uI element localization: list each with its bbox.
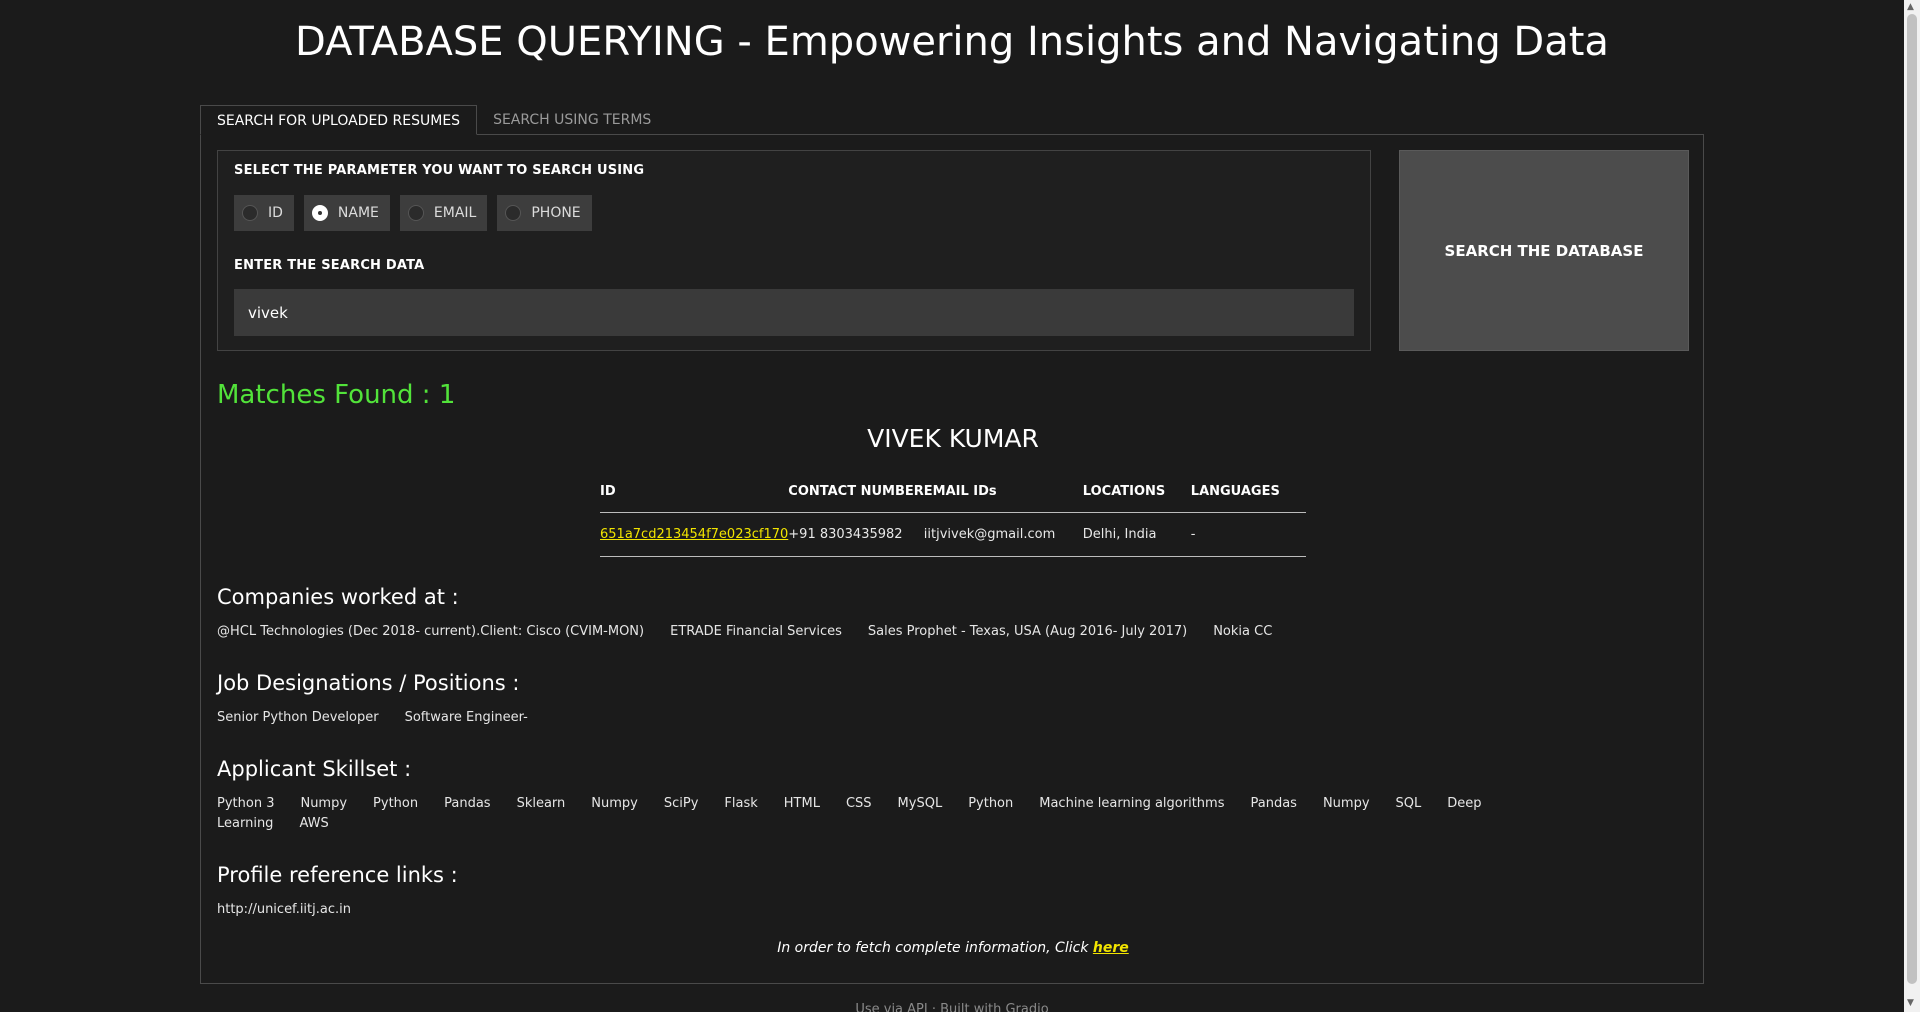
- list-item: MySQL: [897, 796, 943, 811]
- companies-heading: Companies worked at :: [217, 585, 459, 609]
- scroll-up-arrow-icon[interactable]: ▲: [1907, 2, 1914, 12]
- list-item: Python: [968, 796, 1014, 811]
- radio-circle-icon: [505, 205, 522, 221]
- skills-heading: Applicant Skillset :: [217, 757, 412, 781]
- list-item: Numpy: [591, 796, 638, 811]
- record-id-link[interactable]: 651a7cd213454f7e023cf170: [600, 527, 788, 542]
- page-scrollbar[interactable]: ▲ ▼: [1904, 0, 1920, 1012]
- tab-bar: SEARCH FOR UPLOADED RESUMES SEARCH USING…: [200, 105, 667, 135]
- fetch-info-note: In order to fetch complete information, …: [201, 940, 1705, 956]
- list-item: Python: [373, 796, 419, 811]
- column-header-languages: LANGUAGES: [1190, 472, 1306, 513]
- radio-label: PHONE: [531, 205, 581, 221]
- scrollbar-thumb[interactable]: [1907, 14, 1917, 984]
- list-item: Sales Prophet - Texas, USA (Aug 2016- Ju…: [867, 624, 1188, 639]
- list-item: HTML: [783, 796, 820, 811]
- column-header-email: EMAIL IDs: [923, 472, 1083, 513]
- list-item: AWS: [299, 816, 329, 831]
- search-input[interactable]: [234, 289, 1354, 336]
- radio-circle-icon: [242, 205, 258, 221]
- footer-separator: ·: [931, 1002, 941, 1012]
- radio-name[interactable]: NAME: [303, 195, 390, 231]
- tab-search-terms[interactable]: SEARCH USING TERMS: [477, 105, 667, 135]
- column-header-contact: CONTACT NUMBER: [788, 472, 924, 513]
- radio-id[interactable]: ID: [234, 195, 294, 231]
- list-item: ETRADE Financial Services: [670, 624, 842, 639]
- here-link[interactable]: here: [1093, 940, 1129, 956]
- column-header-locations: LOCATIONS: [1082, 472, 1191, 513]
- contact-table: ID CONTACT NUMBER EMAIL IDs LOCATIONS LA…: [600, 472, 1306, 557]
- tab-search-resumes[interactable]: SEARCH FOR UPLOADED RESUMES: [200, 105, 478, 135]
- search-database-button[interactable]: SEARCH THE DATABASE: [1399, 150, 1689, 351]
- radio-circle-icon: [311, 205, 328, 221]
- built-with-gradio-link[interactable]: Built with Gradio: [940, 1002, 1049, 1012]
- links-heading: Profile reference links :: [217, 863, 458, 887]
- list-item: Pandas: [444, 796, 491, 811]
- cell-languages: -: [1190, 512, 1306, 557]
- person-name: VIVEK KUMAR: [867, 424, 1039, 453]
- links-list: http://unicef.iitj.ac.in: [217, 900, 1577, 920]
- skills-list: Python 3 Numpy Python Pandas Sklearn Numpy Sci…: [217, 794, 1557, 834]
- positions-list: Senior Python Developer Software Engineer…: [217, 708, 1577, 728]
- list-item: Numpy: [300, 796, 348, 811]
- list-item: @HCL Technologies (Dec 2018- current).Cl…: [217, 624, 645, 639]
- page-title: DATABASE QUERYING - Empowering Insights …: [295, 19, 1609, 65]
- profile-link[interactable]: http://unicef.iitj.ac.in: [217, 902, 351, 917]
- parameter-radio-group: ID NAME EMAIL PHONE: [234, 195, 592, 231]
- cell-location: Delhi, India: [1082, 512, 1191, 557]
- list-item: Numpy: [1322, 796, 1370, 811]
- radio-label: EMAIL: [433, 205, 477, 221]
- parameter-label: SELECT THE PARAMETER YOU WANT TO SEARCH …: [234, 163, 645, 178]
- list-item: Nokia CC: [1213, 624, 1273, 639]
- companies-list: @HCL Technologies (Dec 2018- current).Cl…: [217, 622, 1577, 642]
- tab-panel: SELECT THE PARAMETER YOU WANT TO SEARCH …: [200, 134, 1704, 984]
- list-item: Machine learning algorithms: [1039, 796, 1225, 811]
- radio-label: ID: [268, 205, 283, 221]
- scroll-down-arrow-icon[interactable]: ▼: [1907, 998, 1914, 1008]
- positions-heading: Job Designations / Positions :: [217, 671, 520, 695]
- list-item: Python 3: [217, 796, 275, 811]
- list-item: Pandas: [1250, 796, 1297, 811]
- list-item: SciPy: [663, 796, 699, 811]
- use-api-link[interactable]: Use via API: [855, 1002, 927, 1012]
- search-form: SELECT THE PARAMETER YOU WANT TO SEARCH …: [217, 150, 1371, 351]
- list-item: CSS: [845, 796, 872, 811]
- list-item: Senior Python Developer: [217, 710, 379, 725]
- note-text: In order to fetch complete information, …: [777, 940, 1093, 956]
- list-item: Sklearn: [516, 796, 566, 811]
- radio-label: NAME: [337, 205, 379, 221]
- list-item: SQL: [1395, 796, 1422, 811]
- cell-phone: +91 8303435982: [788, 512, 924, 557]
- app-page: DATABASE QUERYING - Empowering Insights …: [0, 0, 1920, 1012]
- radio-phone[interactable]: PHONE: [497, 195, 592, 231]
- column-header-id: ID: [600, 472, 789, 513]
- list-item: Flask: [724, 796, 758, 811]
- table-header-row: ID CONTACT NUMBER EMAIL IDs LOCATIONS LA…: [600, 472, 1306, 513]
- search-data-label: ENTER THE SEARCH DATA: [234, 258, 425, 273]
- list-item: Software Engineer-: [404, 710, 528, 725]
- cell-id: 651a7cd213454f7e023cf170: [600, 512, 789, 557]
- matches-count: Matches Found : 1: [217, 380, 456, 410]
- radio-circle-icon: [407, 205, 424, 221]
- table-row: 651a7cd213454f7e023cf170 +91 8303435982 …: [600, 512, 1306, 557]
- radio-email[interactable]: EMAIL: [399, 195, 488, 231]
- cell-email: iitjvivek@gmail.com: [923, 512, 1083, 557]
- gradio-footer: Use via API · Built with Gradio: [0, 1002, 1904, 1012]
